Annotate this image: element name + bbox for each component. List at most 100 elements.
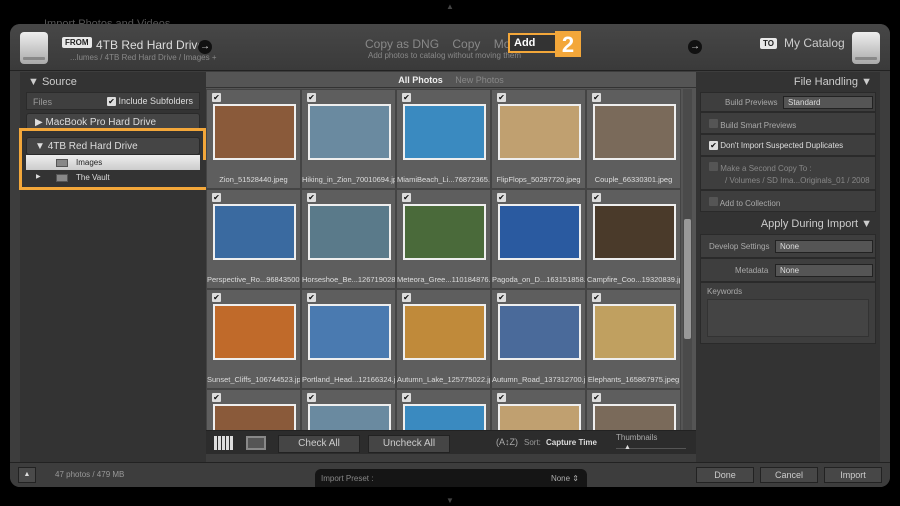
- photo-cell[interactable]: ✔ Meteora_Gree...110184876.jpeg: [396, 189, 491, 289]
- add-collection-row[interactable]: Add to Collection: [700, 190, 876, 212]
- collapse-button[interactable]: ▲: [18, 467, 36, 483]
- check-icon[interactable]: ✔: [106, 97, 116, 106]
- mode-add[interactable]: Add: [508, 33, 558, 53]
- done-button[interactable]: Done: [696, 467, 754, 483]
- check-icon[interactable]: ✔: [402, 93, 411, 102]
- check-icon[interactable]: ✔: [307, 293, 316, 302]
- photo-thumbnail[interactable]: [403, 404, 486, 430]
- grid-view-icon[interactable]: [214, 436, 234, 450]
- photo-thumbnail[interactable]: [213, 104, 296, 160]
- check-icon[interactable]: ✔: [212, 193, 221, 202]
- photo-thumbnail[interactable]: [593, 304, 676, 360]
- check-icon[interactable]: ✔: [592, 93, 601, 102]
- photo-cell[interactable]: ✔ Couple_66330301.jpeg: [586, 89, 681, 189]
- photo-thumbnail[interactable]: [498, 104, 581, 160]
- photo-cell[interactable]: ✔ Campfire_Coo...19320839.jpeg: [586, 189, 681, 289]
- keywords-input[interactable]: [707, 299, 869, 337]
- photo-thumbnail[interactable]: [593, 404, 676, 430]
- photo-thumbnail[interactable]: [593, 104, 676, 160]
- photo-thumbnail[interactable]: [213, 404, 296, 430]
- sort-select[interactable]: Capture Time: [546, 438, 597, 447]
- tab-all-photos[interactable]: All Photos: [398, 75, 443, 85]
- import-button[interactable]: Import: [824, 467, 882, 483]
- photo-cell[interactable]: ✔ Zion_51528440.jpeg: [206, 89, 301, 189]
- photo-cell[interactable]: ✔ Autumn_Lake_125775022.jpeg: [396, 289, 491, 389]
- photo-thumbnail[interactable]: [498, 404, 581, 430]
- photo-thumbnail[interactable]: [593, 204, 676, 260]
- photo-cell[interactable]: ✔ Perspective_Ro...96843500.jpeg: [206, 189, 301, 289]
- check-icon[interactable]: ✔: [709, 141, 718, 150]
- check-icon[interactable]: ✔: [307, 393, 316, 402]
- check-icon[interactable]: ✔: [402, 293, 411, 302]
- bottom-panel-arrow-icon[interactable]: ▼: [446, 496, 454, 505]
- check-icon[interactable]: ✔: [212, 393, 221, 402]
- checkbox[interactable]: [709, 119, 718, 128]
- develop-select[interactable]: None: [775, 240, 873, 253]
- photo-thumbnail[interactable]: [498, 204, 581, 260]
- loupe-view-icon[interactable]: [246, 436, 266, 450]
- photo-thumbnail[interactable]: [498, 304, 581, 360]
- include-subfolders[interactable]: ✔ Include Subfolders: [106, 96, 193, 106]
- check-icon[interactable]: ✔: [212, 93, 221, 102]
- preset-select[interactable]: None ⇕: [551, 474, 579, 483]
- check-icon[interactable]: ✔: [307, 93, 316, 102]
- photo-cell[interactable]: ✔: [586, 389, 681, 430]
- photo-thumbnail[interactable]: [213, 304, 296, 360]
- build-previews-select[interactable]: Standard: [783, 96, 873, 109]
- photo-thumbnail[interactable]: [403, 104, 486, 160]
- photo-thumbnail[interactable]: [308, 204, 391, 260]
- second-copy-row[interactable]: Make a Second Copy To : / Volumes / SD I…: [700, 156, 876, 190]
- mode-copy-dng[interactable]: Copy as DNG: [365, 37, 439, 51]
- check-icon[interactable]: ✔: [497, 93, 506, 102]
- tab-new-photos[interactable]: New Photos: [455, 75, 504, 85]
- photo-thumbnail[interactable]: [308, 304, 391, 360]
- source-selector[interactable]: 4TB Red Hard Drive: [96, 38, 204, 52]
- destination-name[interactable]: My Catalog: [784, 36, 845, 50]
- smart-previews-row[interactable]: Build Smart Previews: [700, 112, 876, 134]
- no-duplicates-row[interactable]: ✔ Don't Import Suspected Duplicates: [700, 134, 876, 156]
- check-icon[interactable]: ✔: [212, 293, 221, 302]
- photo-thumbnail[interactable]: [403, 204, 486, 260]
- source-header[interactable]: ▼ Source: [20, 72, 206, 92]
- cancel-button[interactable]: Cancel: [760, 467, 818, 483]
- photo-cell[interactable]: ✔ Portland_Head...12166324.jpeg: [301, 289, 396, 389]
- check-icon[interactable]: ✔: [402, 393, 411, 402]
- checkbox[interactable]: [709, 162, 718, 171]
- check-icon[interactable]: ✔: [592, 193, 601, 202]
- check-icon[interactable]: ✔: [497, 293, 506, 302]
- check-all-button[interactable]: Check All: [278, 435, 360, 453]
- check-icon[interactable]: ✔: [497, 393, 506, 402]
- uncheck-all-button[interactable]: Uncheck All: [368, 435, 450, 453]
- photo-thumbnail[interactable]: [308, 104, 391, 160]
- top-panel-arrow-icon[interactable]: ▲: [446, 2, 454, 11]
- photo-cell[interactable]: ✔ MiamiBeach_Li...76872365.jpeg: [396, 89, 491, 189]
- photo-cell[interactable]: ✔ Pagoda_on_D...163151858.jpeg: [491, 189, 586, 289]
- photo-cell[interactable]: ✔ Hiking_in_Zion_70010694.jpeg: [301, 89, 396, 189]
- check-icon[interactable]: ✔: [307, 193, 316, 202]
- check-icon[interactable]: ✔: [592, 293, 601, 302]
- photo-cell[interactable]: ✔ FlipFlops_50297720.jpeg: [491, 89, 586, 189]
- apply-import-header[interactable]: Apply During Import ▼: [696, 214, 880, 234]
- photo-cell[interactable]: ✔ Elephants_165867975.jpeg: [586, 289, 681, 389]
- photo-thumbnail[interactable]: [308, 404, 391, 430]
- photo-cell[interactable]: ✔: [491, 389, 586, 430]
- check-icon[interactable]: ✔: [592, 393, 601, 402]
- checkbox[interactable]: [709, 197, 718, 206]
- photo-cell[interactable]: ✔ Sunset_Cliffs_106744523.jpeg: [206, 289, 301, 389]
- scrollbar-thumb[interactable]: [684, 219, 691, 339]
- photo-cell[interactable]: ✔ Horseshoe_Be...126719028.jpeg: [301, 189, 396, 289]
- check-icon[interactable]: ✔: [402, 193, 411, 202]
- check-icon[interactable]: ✔: [497, 193, 506, 202]
- mode-copy[interactable]: Copy: [452, 37, 480, 51]
- photo-cell[interactable]: ✔: [206, 389, 301, 430]
- scrollbar[interactable]: [683, 89, 692, 430]
- photo-thumbnail[interactable]: [403, 304, 486, 360]
- file-handling-header[interactable]: File Handling ▼: [696, 72, 880, 92]
- photo-thumbnail[interactable]: [213, 204, 296, 260]
- photo-cell[interactable]: ✔: [396, 389, 491, 430]
- photo-cell[interactable]: ✔ Autumn_Road_137312700.jpeg: [491, 289, 586, 389]
- metadata-select[interactable]: None: [775, 264, 873, 277]
- photo-cell[interactable]: ✔: [301, 389, 396, 430]
- slider-handle[interactable]: ▲: [624, 444, 631, 451]
- sort-direction-icon[interactable]: (A↕Z): [496, 437, 518, 447]
